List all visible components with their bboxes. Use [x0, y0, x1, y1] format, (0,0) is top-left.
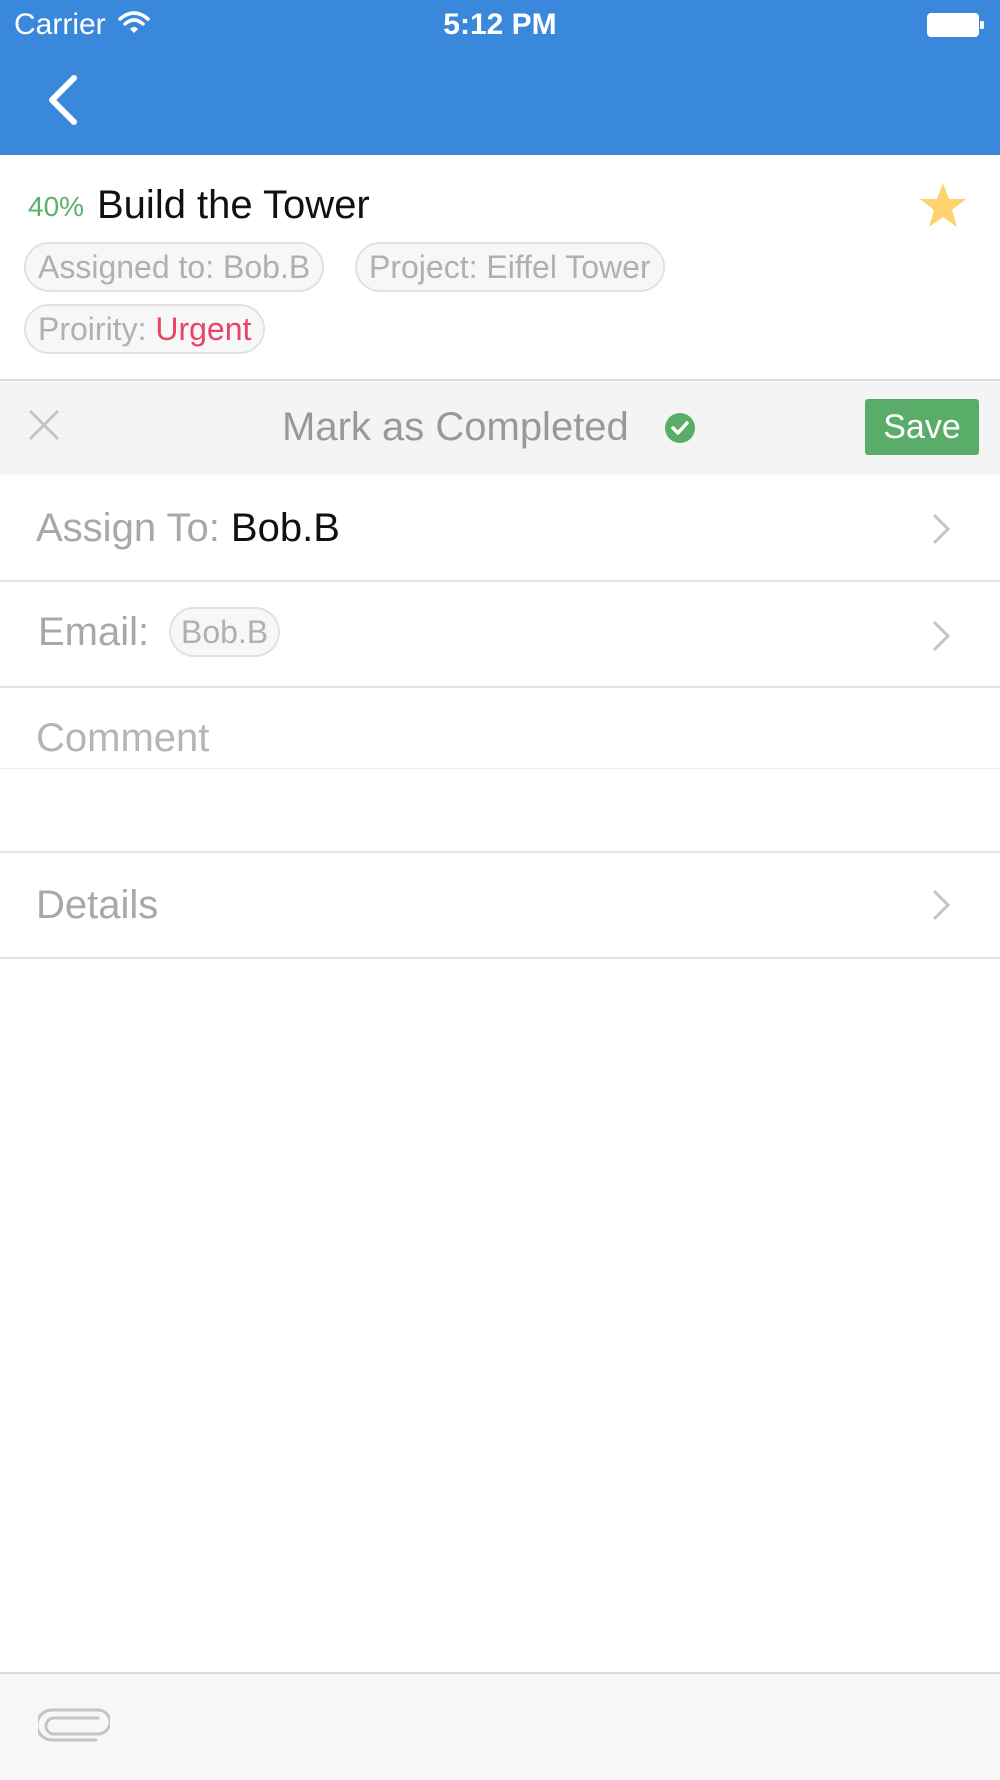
assign-to-label: Assign To: Bob.B	[36, 506, 340, 551]
chevron-right-icon	[932, 620, 951, 652]
project-tag: Project: Eiffel Tower	[355, 242, 665, 292]
check-circle-icon	[665, 413, 695, 448]
close-icon	[28, 409, 60, 441]
priority-label: Proirity:	[38, 311, 156, 347]
assign-to-row[interactable]: Assign To: Bob.B	[0, 475, 1000, 582]
priority-tag: Proirity: Urgent	[24, 304, 266, 354]
task-header: 40% Build the Tower Assigned to: Bob.B P…	[0, 155, 1000, 381]
star-icon[interactable]	[918, 181, 968, 234]
progress-percent: 40%	[28, 191, 85, 222]
chevron-right-icon	[932, 889, 951, 921]
assign-to-value: Bob.B	[230, 506, 340, 550]
navigation-bar: Carrier 5:12 PM	[0, 0, 1000, 155]
details-row[interactable]: Details	[0, 853, 1000, 959]
close-button[interactable]	[24, 405, 64, 445]
assign-to-label-text: Assign To:	[36, 506, 231, 550]
comment-extra-area[interactable]	[0, 769, 1000, 853]
action-bar: Mark as Completed Save	[0, 381, 1000, 475]
assigned-to-tag: Assigned to: Bob.B	[24, 242, 325, 292]
comment-row	[0, 688, 1000, 769]
paperclip-icon[interactable]	[35, 1708, 112, 1747]
priority-value: Urgent	[155, 311, 252, 347]
mark-completed-button[interactable]: Mark as Completed	[282, 405, 629, 450]
email-row[interactable]: Email: Bob.B	[0, 582, 1000, 688]
status-time: 5:12 PM	[443, 8, 557, 41]
email-chip[interactable]: Bob.B	[169, 607, 281, 657]
comment-input[interactable]	[36, 714, 936, 762]
details-label: Details	[36, 883, 159, 927]
task-title: Build the Tower	[97, 183, 370, 227]
save-button[interactable]: Save	[865, 399, 979, 455]
chevron-left-icon	[49, 75, 77, 125]
battery-icon	[926, 11, 986, 44]
bottom-toolbar	[0, 1672, 1000, 1780]
chevron-right-icon	[932, 513, 951, 545]
email-label: Email:	[38, 610, 150, 654]
back-button[interactable]	[40, 70, 90, 130]
